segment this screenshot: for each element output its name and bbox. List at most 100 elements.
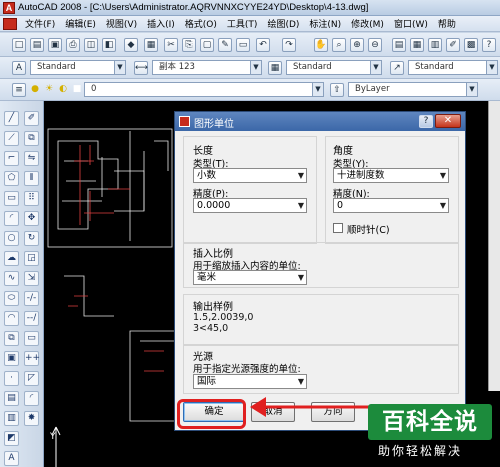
rotate-icon[interactable]: ↻ (24, 231, 39, 246)
chevron-down-icon[interactable]: ▼ (298, 169, 304, 182)
explode-icon[interactable]: ✸ (24, 411, 39, 426)
chevron-down-icon[interactable]: ▼ (298, 271, 304, 284)
lightbulb-icon[interactable]: ● (28, 83, 42, 97)
array-icon[interactable]: ⠿ (24, 191, 39, 206)
menu-view[interactable]: 视图(V) (101, 17, 142, 30)
block-icon[interactable]: ▭ (236, 38, 250, 52)
designcenter-icon[interactable]: ▦ (410, 38, 424, 52)
chamfer-icon[interactable]: ◸ (24, 371, 39, 386)
line-icon[interactable]: ╱ (4, 111, 19, 126)
menu-dimension[interactable]: 标注(N) (304, 17, 346, 30)
rectangle-icon[interactable]: ▭ (4, 191, 19, 206)
color-swatch-icon[interactable]: ■ (70, 83, 84, 97)
move-icon[interactable]: ✥ (24, 211, 39, 226)
scale-icon[interactable]: ◲ (24, 251, 39, 266)
menu-modify[interactable]: 修改(M) (346, 17, 389, 30)
extend-icon[interactable]: --/ (24, 311, 39, 326)
toolpalettes-icon[interactable]: ▥ (428, 38, 442, 52)
publish-icon[interactable]: ◧ (102, 38, 116, 52)
chevron-down-icon[interactable]: ▼ (440, 169, 446, 182)
text-style-select[interactable]: Standard ▼ (30, 60, 126, 75)
menu-edit[interactable]: 编辑(E) (60, 17, 101, 30)
gradient-icon[interactable]: ▥ (4, 411, 19, 426)
multileader-style-select[interactable]: Standard ▼ (408, 60, 498, 75)
layer-select[interactable]: 0 ▼ (84, 82, 324, 97)
matchprop-icon[interactable]: ✎ (218, 38, 232, 52)
polygon-icon[interactable]: ⬠ (4, 171, 19, 186)
ellipse-icon[interactable]: ⬭ (4, 291, 19, 306)
lighting-select[interactable]: 国际 ▼ (193, 374, 307, 389)
revcloud-icon[interactable]: ☁ (4, 251, 19, 266)
close-button[interactable]: ✕ (435, 114, 461, 128)
trim-icon[interactable]: -/- (24, 291, 39, 306)
dim-style-select[interactable]: 副本 123 ▼ (152, 60, 262, 75)
chevron-down-icon[interactable]: ▼ (466, 83, 477, 96)
app-menu-icon[interactable] (3, 17, 17, 30)
insert-scale-select[interactable]: 毫米 ▼ (193, 270, 307, 285)
offset-icon[interactable]: ⫴ (24, 171, 39, 186)
open-icon[interactable]: ▤ (30, 38, 44, 52)
sheetset-icon[interactable]: ▦ (144, 38, 158, 52)
mirror-icon[interactable]: ⇋ (24, 151, 39, 166)
menu-format[interactable]: 格式(O) (180, 17, 222, 30)
clockwise-checkbox[interactable] (333, 223, 343, 233)
angle-precision-select[interactable]: 0 ▼ (333, 198, 449, 213)
chevron-down-icon[interactable]: ▼ (312, 83, 323, 96)
menu-tools[interactable]: 工具(T) (222, 17, 263, 30)
copy-object-icon[interactable]: ⧉ (24, 131, 39, 146)
ellipse-arc-icon[interactable]: ◠ (4, 311, 19, 326)
table-style-icon[interactable]: ▦ (268, 61, 282, 75)
dim-style-icon[interactable]: ⟷ (134, 61, 148, 75)
polyline-icon[interactable]: ⌐ (4, 151, 19, 166)
chevron-down-icon[interactable]: ▼ (298, 199, 304, 212)
chevron-down-icon[interactable]: ▼ (370, 61, 381, 74)
paste-icon[interactable]: ▢ (200, 38, 214, 52)
stretch-icon[interactable]: ⇲ (24, 271, 39, 286)
zoom-realtime-icon[interactable]: ⌕ (332, 38, 346, 52)
length-type-select[interactable]: 小数 ▼ (193, 168, 307, 183)
chevron-down-icon[interactable]: ▼ (250, 61, 261, 74)
region-icon[interactable]: ◩ (4, 431, 19, 446)
copy-icon[interactable]: ⎘ (182, 38, 196, 52)
print-icon[interactable]: ⎙ (66, 38, 80, 52)
calculator-icon[interactable]: ▩ (464, 38, 478, 52)
angle-type-select[interactable]: 十进制度数 ▼ (333, 168, 449, 183)
layer-manager-icon[interactable]: ≡ (12, 83, 26, 97)
text-style-icon[interactable]: A (12, 61, 26, 75)
multileader-style-icon[interactable]: ↗ (390, 61, 404, 75)
save-icon[interactable]: ▣ (48, 38, 62, 52)
break-icon[interactable]: ▭ (24, 331, 39, 346)
menu-window[interactable]: 窗口(W) (389, 17, 433, 30)
zoom-previous-icon[interactable]: ⊖ (368, 38, 382, 52)
chevron-down-icon[interactable]: ▼ (440, 199, 446, 212)
chevron-down-icon[interactable]: ▼ (114, 61, 125, 74)
hatch-icon[interactable]: ▤ (4, 391, 19, 406)
3d-icon[interactable]: ◆ (124, 38, 138, 52)
properties-icon[interactable]: ▤ (392, 38, 406, 52)
menu-help[interactable]: 帮助 (433, 17, 461, 30)
make-current-icon[interactable]: ⇧ (330, 83, 344, 97)
chevron-down-icon[interactable]: ▼ (486, 61, 497, 74)
pan-icon[interactable]: ✋ (314, 38, 328, 52)
chevron-down-icon[interactable]: ▼ (298, 375, 304, 388)
zoom-window-icon[interactable]: ⊕ (350, 38, 364, 52)
fillet-icon[interactable]: ◜ (24, 391, 39, 406)
color-select[interactable]: ByLayer ▼ (348, 82, 478, 97)
point-icon[interactable]: · (4, 371, 19, 386)
menu-insert[interactable]: 插入(I) (142, 17, 180, 30)
spline-icon[interactable]: ∿ (4, 271, 19, 286)
lock-icon[interactable]: ◐ (56, 83, 70, 97)
cut-icon[interactable]: ✂ (164, 38, 178, 52)
menu-draw[interactable]: 绘图(D) (262, 17, 304, 30)
new-icon[interactable]: □ (12, 38, 26, 52)
vertical-scrollbar[interactable] (488, 101, 500, 391)
make-block-icon[interactable]: ▣ (4, 351, 19, 366)
circle-icon[interactable]: ○ (4, 231, 19, 246)
table-style-select[interactable]: Standard ▼ (286, 60, 382, 75)
arc-icon[interactable]: ◜ (4, 211, 19, 226)
markup-icon[interactable]: ✐ (446, 38, 460, 52)
help-button[interactable]: ? (419, 115, 433, 128)
insert-block-icon[interactable]: ⧉ (4, 331, 19, 346)
text-icon[interactable]: A (4, 451, 19, 466)
erase-icon[interactable]: ✐ (24, 111, 39, 126)
